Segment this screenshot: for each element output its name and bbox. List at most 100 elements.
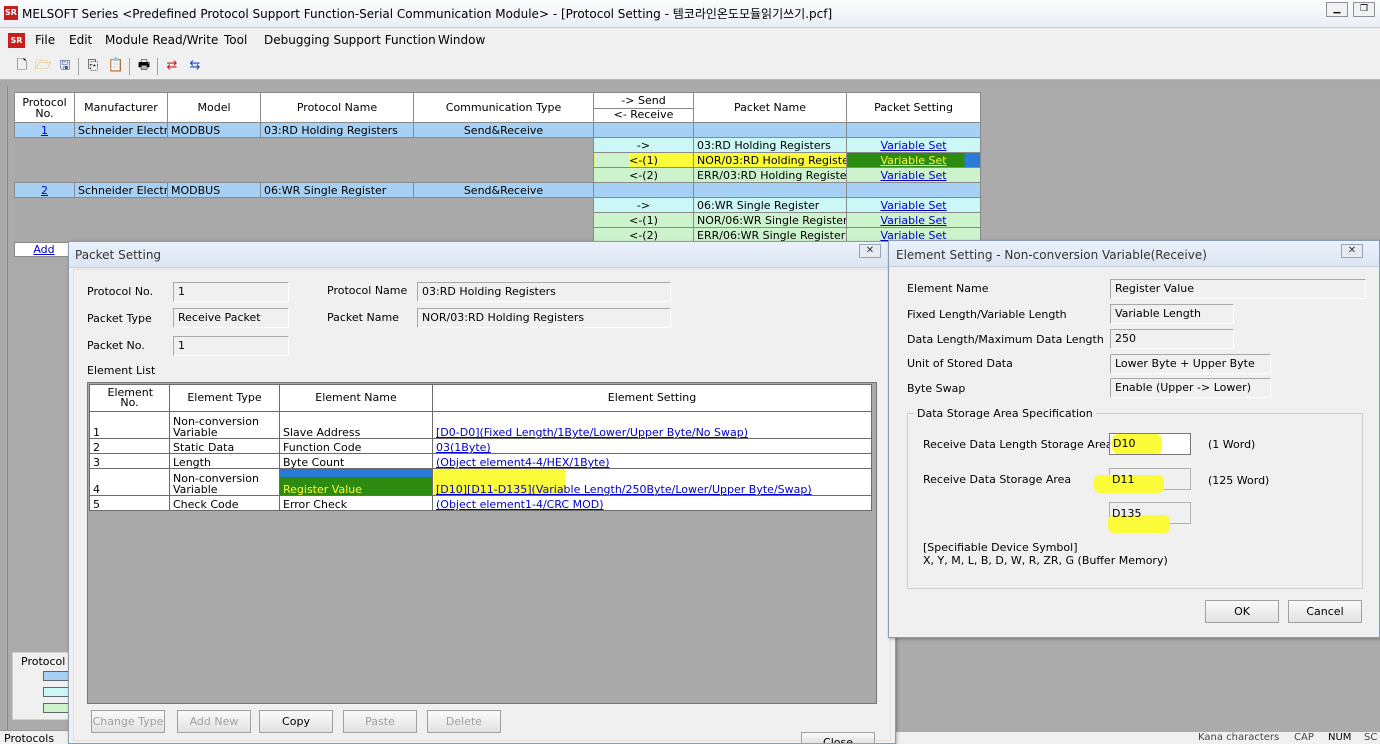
element-row[interactable]: 2 Static Data Function Code 03(1Byte) (89, 438, 872, 454)
data-length-label: Data Length/Maximum Data Length (907, 333, 1104, 346)
element-setting-link[interactable]: 03(1Byte) (432, 438, 872, 454)
print-icon[interactable]: 🖶 (135, 58, 153, 74)
element-row-selected[interactable]: 4 Non-conversion Variable Register Value … (89, 468, 872, 496)
element-setting-link[interactable]: (Object element1-4/CRC MOD) (432, 495, 872, 511)
element-no: 4 (89, 468, 170, 496)
element-type: Length (169, 453, 280, 469)
menu-debugging-support[interactable]: Debugging Support Function (264, 33, 436, 47)
packet-name-field: NOR/03:RD Holding Registers (417, 308, 671, 328)
packet-name-cell: NOR/03:RD Holding Register (693, 152, 847, 168)
packet-row[interactable]: -> 06:WR Single Register Variable Set (14, 197, 981, 243)
header-element-no: Element No. (89, 384, 170, 412)
header-packet-name: Packet Name (693, 92, 847, 123)
ok-button[interactable]: OK (1205, 600, 1279, 623)
document-icon[interactable]: SR (8, 33, 25, 48)
paste-icon[interactable]: 📋 (107, 58, 125, 74)
length-type-label: Fixed Length/Variable Length (907, 308, 1067, 321)
variable-set-link[interactable]: Variable Set (880, 139, 946, 152)
data-storage-end-input[interactable]: D135 (1108, 502, 1191, 533)
protocol-no-label: Protocol No. (87, 285, 154, 298)
packet-type-label: Packet Type (87, 312, 152, 325)
element-setting-link[interactable]: (Object element4-4/HEX/1Byte) (432, 453, 872, 469)
element-name-field: Register Value (1110, 279, 1366, 299)
unit-stored-data-field: Lower Byte + Upper Byte (1110, 354, 1271, 374)
comm-type-cell: Send&Receive (413, 182, 594, 198)
menu-module-read-write[interactable]: Module Read/Write (105, 33, 218, 47)
element-setting-link[interactable]: [D10][D11-D135](Variable Length/250Byte/… (432, 468, 872, 496)
packet-direction: -> (593, 137, 694, 153)
comm-type-cell: Send&Receive (413, 122, 594, 138)
menu-edit[interactable]: Edit (69, 33, 92, 47)
menu-tool[interactable]: Tool (224, 33, 247, 47)
menu-bar: SR File Edit Module Read/Write Tool Debu… (0, 28, 1380, 52)
protocol-row[interactable]: 1 Schneider Electri MODBUS 03:RD Holding… (14, 122, 981, 138)
copy-button[interactable]: Copy (259, 710, 333, 733)
packet-type-field: Receive Packet (173, 308, 289, 328)
add-protocol-cell[interactable]: Add (14, 242, 74, 257)
variable-set-link[interactable]: Variable Set (880, 199, 946, 212)
packet-dialog-title: Packet Setting (75, 248, 162, 262)
protocol-no-link[interactable]: 2 (41, 184, 48, 197)
protocols-tab[interactable]: Protocols (0, 730, 70, 744)
element-row[interactable]: 1 Non-conversion Variable Slave Address [… (89, 411, 872, 439)
status-cap: CAP (1294, 732, 1314, 743)
cancel-button[interactable]: Cancel (1288, 600, 1362, 623)
window-title: MELSOFT Series <Predefined Protocol Supp… (22, 7, 833, 21)
menu-file[interactable]: File (35, 33, 55, 47)
variable-set-link-selected[interactable]: Variable Set (880, 154, 946, 167)
close-button[interactable]: Close (801, 732, 875, 744)
header-model: Model (167, 92, 261, 123)
length-type-field: Variable Length (1110, 304, 1234, 324)
new-file-icon[interactable]: 🗋 (13, 58, 31, 74)
data-storage-start-input[interactable]: D11 (1094, 468, 1191, 493)
protocol-table: Protocol No. Manufacturer Model Protocol… (14, 92, 981, 243)
specifiable-device-title: [Specifiable Device Symbol] (923, 541, 1078, 554)
save-icon[interactable]: 🖫 (56, 58, 74, 74)
header-send-receive: -> Send <- Receive (593, 92, 694, 123)
model-cell: MODBUS (167, 182, 261, 198)
header-manufacturer: Manufacturer (74, 92, 168, 123)
header-communication-type: Communication Type (413, 92, 594, 123)
title-bar: SR MELSOFT Series <Predefined Protocol S… (0, 0, 1380, 28)
element-setting-link[interactable]: [D0-D0](Fixed Length/1Byte/Lower/Upper B… (432, 411, 872, 439)
packet-name-cell: 03:RD Holding Registers (693, 137, 847, 153)
packet-name-cell: 06:WR Single Register (693, 197, 847, 213)
element-name-label: Element Name (907, 282, 989, 295)
packet-direction: <-(1) (593, 152, 694, 168)
status-num: NUM (1328, 732, 1352, 743)
open-folder-icon[interactable]: 🗁 (34, 58, 52, 74)
element-name-selected[interactable]: Register Value (279, 468, 433, 496)
delete-button[interactable]: Delete (427, 710, 501, 733)
write-to-module-icon[interactable]: ⇆ (186, 58, 204, 74)
variable-set-link[interactable]: Variable Set (880, 214, 946, 227)
copy-icon[interactable]: ⎘ (84, 58, 102, 74)
protocol-name-label: Protocol Name (327, 284, 408, 297)
element-row[interactable]: 5 Check Code Error Check (Object element… (89, 495, 872, 511)
element-type: Check Code (169, 495, 280, 511)
paste-button[interactable]: Paste (343, 710, 417, 733)
minimize-button[interactable]: ▁ (1326, 2, 1348, 17)
toolbar: 🗋 🗁 🖫 ⎘ 📋 🖶 ⇄ ⇆ (0, 52, 1380, 80)
restore-button[interactable]: ❐ (1353, 2, 1375, 17)
packet-name-cell: NOR/06:WR Single Register (693, 212, 847, 228)
length-storage-area-input[interactable]: D10 (1109, 433, 1191, 455)
packet-row[interactable]: -> 03:RD Holding Registers Variable Set (14, 137, 981, 183)
data-storage-area-label: Receive Data Storage Area (923, 473, 1072, 486)
close-icon[interactable]: ✕ (1341, 244, 1363, 258)
length-storage-area-unit: (1 Word) (1208, 438, 1256, 451)
variable-set-link[interactable]: Variable Set (880, 169, 946, 182)
element-row[interactable]: 3 Length Byte Count (Object element4-4/H… (89, 453, 872, 469)
protocol-no-link[interactable]: 1 (41, 124, 48, 137)
close-icon[interactable]: ✕ (859, 244, 881, 258)
manufacturer-cell: Schneider Electri (74, 182, 168, 198)
packet-name-label: Packet Name (327, 311, 399, 324)
add-new-button[interactable]: Add New (177, 710, 251, 733)
change-type-button[interactable]: Change Type (91, 710, 165, 733)
menu-window[interactable]: Window (438, 33, 485, 47)
protocol-row[interactable]: 2 Schneider Electri MODBUS 06:WR Single … (14, 182, 981, 198)
protocol-name-cell: 06:WR Single Register (260, 182, 414, 198)
add-protocol-link[interactable]: Add (33, 243, 54, 256)
header-element-setting: Element Setting (432, 384, 872, 412)
read-from-module-icon[interactable]: ⇄ (163, 58, 181, 74)
data-storage-area-unit: (125 Word) (1208, 474, 1270, 487)
